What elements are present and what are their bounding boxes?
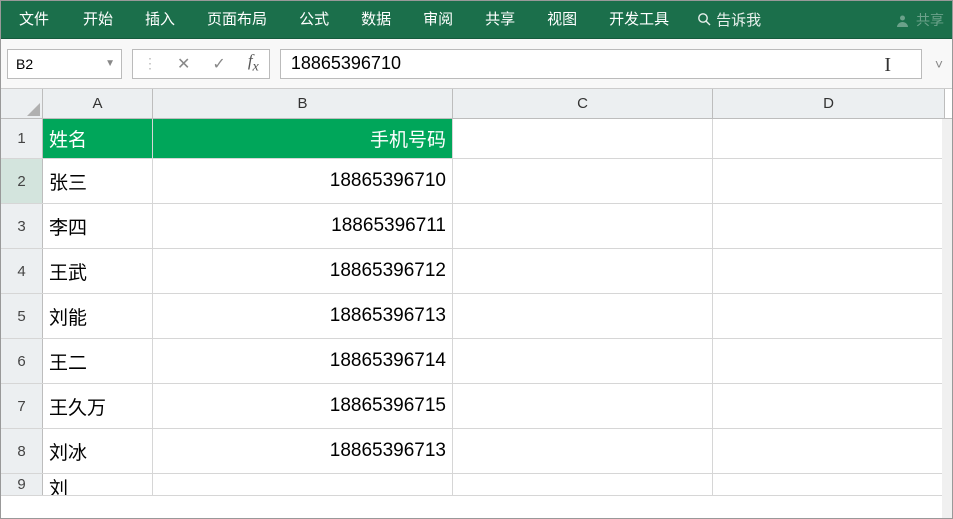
cell-C9[interactable] bbox=[453, 474, 713, 495]
cell-D6[interactable] bbox=[713, 339, 945, 383]
cell-C3[interactable] bbox=[453, 204, 713, 248]
formula-input-value: 18865396710 bbox=[291, 53, 401, 74]
cell-D2[interactable] bbox=[713, 159, 945, 203]
table-row: 7王久万18865396715 bbox=[1, 384, 952, 429]
table-row: 6王二18865396714 bbox=[1, 339, 952, 384]
formula-input[interactable]: 18865396710 I bbox=[280, 49, 922, 79]
tab-file[interactable]: 文件 bbox=[1, 1, 67, 39]
chevron-down-icon[interactable]: ▼ bbox=[105, 58, 115, 69]
cell-D1[interactable] bbox=[713, 119, 945, 158]
spreadsheet-grid: A B C D 1 姓名 手机号码 2张三188653967103李四18865… bbox=[1, 89, 952, 518]
tab-share[interactable]: 共享 bbox=[469, 1, 531, 39]
ribbon-bar: 文件 开始 插入 页面布局 公式 数据 审阅 共享 视图 开发工具 告诉我 共享 bbox=[1, 1, 952, 39]
select-all-corner[interactable] bbox=[1, 89, 43, 118]
col-header-A[interactable]: A bbox=[43, 89, 153, 118]
table-row: 1 姓名 手机号码 bbox=[1, 119, 952, 159]
name-box[interactable]: B2 ▼ bbox=[7, 49, 122, 79]
tab-home[interactable]: 开始 bbox=[67, 1, 129, 39]
cell-A5[interactable]: 刘能 bbox=[43, 294, 153, 338]
tab-formulas[interactable]: 公式 bbox=[283, 1, 345, 39]
row-header-6[interactable]: 6 bbox=[1, 339, 43, 383]
row-header-9[interactable]: 9 bbox=[1, 474, 43, 495]
col-header-B[interactable]: B bbox=[153, 89, 453, 118]
formula-bar-buttons: ⋮ ✕ ✓ fx bbox=[132, 49, 270, 79]
cell-B9[interactable] bbox=[153, 474, 453, 495]
text-cursor-icon: I bbox=[884, 54, 891, 77]
cell-C7[interactable] bbox=[453, 384, 713, 428]
cell-C8[interactable] bbox=[453, 429, 713, 473]
tab-page-layout[interactable]: 页面布局 bbox=[191, 1, 283, 39]
table-row: 9 刘 bbox=[1, 474, 952, 496]
cell-D5[interactable] bbox=[713, 294, 945, 338]
fx-icon[interactable]: fx bbox=[248, 51, 259, 75]
vertical-scrollbar[interactable] bbox=[942, 119, 952, 518]
cell-C1[interactable] bbox=[453, 119, 713, 158]
share-label: 共享 bbox=[916, 10, 944, 30]
confirm-icon[interactable]: ✓ bbox=[212, 54, 225, 74]
row-header-5[interactable]: 5 bbox=[1, 294, 43, 338]
cell-B8[interactable]: 18865396713 bbox=[153, 429, 453, 473]
column-headers: A B C D bbox=[1, 89, 952, 119]
col-header-C[interactable]: C bbox=[453, 89, 713, 118]
cell-A1[interactable]: 姓名 bbox=[43, 119, 153, 158]
cell-B2[interactable]: 18865396710 bbox=[153, 159, 453, 203]
row-header-1[interactable]: 1 bbox=[1, 119, 43, 158]
row-header-3[interactable]: 3 bbox=[1, 204, 43, 248]
table-row: 8刘冰18865396713 bbox=[1, 429, 952, 474]
name-box-value: B2 bbox=[16, 56, 33, 72]
cell-B3[interactable]: 18865396711 bbox=[153, 204, 453, 248]
row-header-2[interactable]: 2 bbox=[1, 159, 43, 203]
user-icon bbox=[895, 13, 910, 28]
tell-me-search[interactable]: 告诉我 bbox=[685, 9, 773, 30]
cancel-icon[interactable]: ✕ bbox=[177, 54, 190, 74]
col-header-D[interactable]: D bbox=[713, 89, 945, 118]
cell-A6[interactable]: 王二 bbox=[43, 339, 153, 383]
cell-C6[interactable] bbox=[453, 339, 713, 383]
cell-D3[interactable] bbox=[713, 204, 945, 248]
cell-B6[interactable]: 18865396714 bbox=[153, 339, 453, 383]
cell-C4[interactable] bbox=[453, 249, 713, 293]
cell-B4[interactable]: 18865396712 bbox=[153, 249, 453, 293]
search-icon bbox=[697, 12, 712, 27]
tab-insert[interactable]: 插入 bbox=[129, 1, 191, 39]
row-header-7[interactable]: 7 bbox=[1, 384, 43, 428]
cell-D8[interactable] bbox=[713, 429, 945, 473]
cell-A9[interactable]: 刘 bbox=[43, 474, 153, 495]
formula-bar: B2 ▼ ⋮ ✕ ✓ fx 18865396710 I ˅ bbox=[1, 39, 952, 89]
row-header-4[interactable]: 4 bbox=[1, 249, 43, 293]
cell-D7[interactable] bbox=[713, 384, 945, 428]
cell-A3[interactable]: 李四 bbox=[43, 204, 153, 248]
tab-developer[interactable]: 开发工具 bbox=[593, 1, 685, 39]
tab-view[interactable]: 视图 bbox=[531, 1, 593, 39]
cell-A7[interactable]: 王久万 bbox=[43, 384, 153, 428]
row-header-8[interactable]: 8 bbox=[1, 429, 43, 473]
table-row: 3李四18865396711 bbox=[1, 204, 952, 249]
cell-A2[interactable]: 张三 bbox=[43, 159, 153, 203]
cell-D9[interactable] bbox=[713, 474, 945, 495]
cell-B5[interactable]: 18865396713 bbox=[153, 294, 453, 338]
cell-B1[interactable]: 手机号码 bbox=[153, 119, 453, 158]
drag-handle-icon[interactable]: ⋮ bbox=[143, 55, 155, 72]
cell-D4[interactable] bbox=[713, 249, 945, 293]
share-button-dimmed: 共享 bbox=[895, 1, 952, 39]
table-row: 4王武18865396712 bbox=[1, 249, 952, 294]
grid-rows: 1 姓名 手机号码 2张三188653967103李四188653967114王… bbox=[1, 119, 952, 496]
cell-A4[interactable]: 王武 bbox=[43, 249, 153, 293]
tab-data[interactable]: 数据 bbox=[345, 1, 407, 39]
tell-me-label: 告诉我 bbox=[716, 9, 761, 30]
cell-C5[interactable] bbox=[453, 294, 713, 338]
cell-A8[interactable]: 刘冰 bbox=[43, 429, 153, 473]
cell-B7[interactable]: 18865396715 bbox=[153, 384, 453, 428]
cell-C2[interactable] bbox=[453, 159, 713, 203]
table-row: 2张三18865396710 bbox=[1, 159, 952, 204]
table-row: 5刘能18865396713 bbox=[1, 294, 952, 339]
tab-review[interactable]: 审阅 bbox=[407, 1, 469, 39]
formula-bar-expand[interactable]: ˅ bbox=[932, 49, 946, 79]
